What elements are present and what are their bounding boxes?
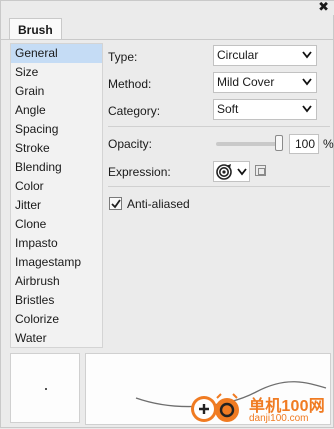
chevron-down-icon: [302, 105, 312, 113]
category-item-jitter[interactable]: Jitter: [11, 196, 102, 215]
target-pressure-icon: [216, 164, 232, 180]
category-item-general[interactable]: General: [11, 44, 102, 63]
opacity-slider-thumb[interactable]: [275, 135, 283, 151]
type-label: Type:: [108, 50, 138, 64]
category-item-bristles[interactable]: Bristles: [11, 291, 102, 310]
panel-titlebar: ✖: [1, 0, 334, 15]
category-item-colorize[interactable]: Colorize: [11, 310, 102, 329]
tab-divider: [1, 39, 334, 40]
type-value: Circular: [217, 48, 259, 62]
category-item-imagestamp[interactable]: Imagestamp: [11, 253, 102, 272]
category-item-water[interactable]: Water: [11, 329, 102, 348]
category-item-airbrush[interactable]: Airbrush: [11, 272, 102, 291]
method-value: Mild Cover: [217, 75, 275, 89]
chevron-down-icon: [302, 78, 312, 86]
expression-dropdown[interactable]: [213, 161, 250, 182]
category-item-clone[interactable]: Clone: [11, 215, 102, 234]
method-dropdown[interactable]: Mild Cover: [213, 72, 317, 93]
category-dropdown[interactable]: Soft: [213, 99, 317, 120]
section-divider: [108, 126, 330, 127]
expression-label: Expression:: [108, 165, 171, 179]
category-item-angle[interactable]: Angle: [11, 101, 102, 120]
close-icon[interactable]: ✖: [318, 0, 329, 14]
category-item-grain[interactable]: Grain: [11, 82, 102, 101]
method-label: Method:: [108, 77, 152, 91]
watermark-url: danji100.com: [249, 413, 309, 424]
chevron-down-icon: [237, 168, 247, 176]
category-item-impasto[interactable]: Impasto: [11, 234, 102, 253]
expression-settings-icon[interactable]: [255, 165, 266, 176]
brush-tip-preview: [10, 353, 80, 423]
watermark: 单机100网 danji100.com: [187, 391, 334, 429]
category-item-blending[interactable]: Blending: [11, 158, 102, 177]
opacity-label: Opacity:: [108, 137, 153, 151]
category-item-spacing[interactable]: Spacing: [11, 120, 102, 139]
opacity-input[interactable]: 100: [289, 134, 319, 154]
category-item-color[interactable]: Color: [11, 177, 102, 196]
brush-panel: ✖ Brush General Size Grain Angle Spacing Stro…: [0, 0, 334, 428]
section-divider: [108, 186, 330, 187]
category-value: Soft: [217, 102, 239, 116]
category-list: General Size Grain Angle Spacing Stroke Blendi…: [10, 43, 103, 348]
antialiased-label: Anti-aliased: [127, 197, 190, 211]
chevron-down-icon: [302, 51, 312, 59]
category-label: Category:: [108, 104, 161, 118]
type-dropdown[interactable]: Circular: [213, 45, 317, 66]
category-item-stroke[interactable]: Stroke: [11, 139, 102, 158]
watermark-logo: [191, 393, 239, 422]
brush-tip-dot: [45, 388, 47, 390]
opacity-unit: %: [323, 137, 334, 151]
opacity-slider-track[interactable]: [216, 142, 283, 146]
category-item-size[interactable]: Size: [11, 63, 102, 82]
tab-brush[interactable]: Brush: [9, 18, 62, 40]
checkmark-icon: [111, 199, 121, 209]
antialiased-checkbox[interactable]: [109, 197, 122, 210]
